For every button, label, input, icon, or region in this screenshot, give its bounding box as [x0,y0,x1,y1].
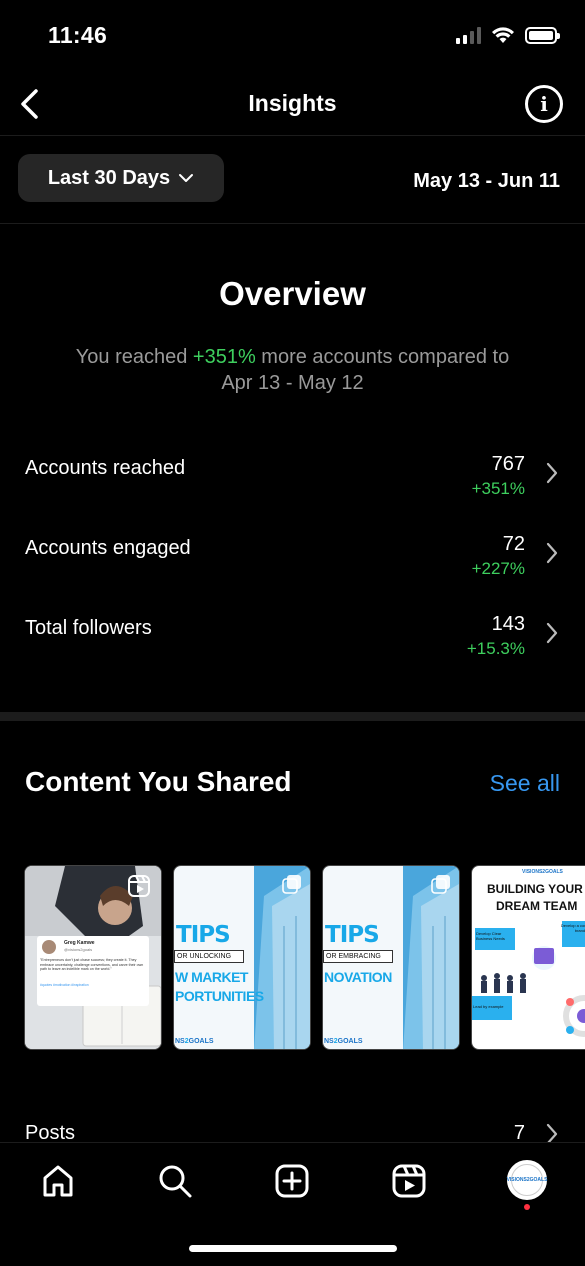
metric-change: +15.3% [466,639,525,658]
metric-row-accounts-engaged[interactable]: Accounts engaged 72 +227% [0,527,585,599]
quote-tags: #quotes #motivation #inspiration [40,983,89,987]
thumb-note: Develop a compelling brand [560,923,585,933]
thumb-title-line1: BUILDING YOUR [487,882,583,896]
date-range-row: Last 30 Days May 13 - Jun 11 [0,137,585,224]
summary-suffix: more accounts compared to [255,346,510,368]
thumb-line1: NOVATION [324,969,392,985]
nav-header: Insights i [0,72,585,136]
status-time: 11:46 [48,22,108,48]
status-bar: 11:46 [0,0,585,72]
summary-change: +351% [192,346,256,368]
home-icon [43,1165,73,1197]
metric-change: +227% [471,559,525,578]
thumb-line1: W MARKET [175,969,249,985]
reel-icon [128,875,150,897]
reels-icon [392,1164,426,1198]
carousel-icon [431,875,450,894]
thumb-band: OR EMBRACING [323,950,393,963]
chevron-down-icon [179,174,194,182]
metric-value: 72 [502,533,525,555]
content-thumbnail-carousel[interactable]: TIPS OR UNLOCKING W MARKET PORTUNITIES N… [173,865,311,1050]
content-thumbnail-carousel[interactable]: TIPS OR EMBRACING NOVATION NS2GOALS [322,865,460,1050]
metric-label: Accounts reached [25,457,186,479]
home-indicator [189,1245,397,1252]
content-thumbnail-post[interactable]: VISIONS2GOALS BUILDING YOUR DREAM TEAM D… [471,865,585,1050]
metric-row-accounts-reached[interactable]: Accounts reached 767 +351% [0,447,585,519]
info-icon: i [540,92,548,116]
quote-author: Greg Kamwe [64,940,95,946]
overview-title: Overview [219,275,366,312]
carousel-icon [282,875,301,894]
thumb-brand: NS2GOALS [324,1038,363,1045]
section-divider [0,712,585,721]
wifi-icon [492,27,514,43]
profile-avatar: VISIONS2GOALS [507,1164,547,1196]
thumb-band: OR UNLOCKING [174,950,244,963]
chevron-right-icon [546,542,558,564]
content-thumbnail-reel[interactable]: Greg Kamwe @visions2goals "Entrepreneurs… [24,865,162,1050]
date-range-label: Last 30 Days [47,166,171,189]
content-thumbnails: Greg Kamwe @visions2goals "Entrepreneurs… [24,865,585,1050]
thumb-brand: VISIONS2GOALS [522,869,563,875]
cellular-signal-icon [456,26,481,44]
tab-home[interactable] [38,1161,78,1201]
see-all-link[interactable]: See all [490,770,560,797]
metric-value: 767 [491,453,525,475]
quote-handle: @visions2goals [64,947,93,952]
metric-label: Accounts engaged [25,537,191,559]
info-button[interactable]: i [525,85,563,123]
date-range-text: May 13 - Jun 11 [413,170,560,192]
summary-compare-range: Apr 13 - May 12 [221,372,364,394]
tab-profile[interactable]: VISIONS2GOALS [507,1160,547,1200]
thumb-note: Lead by example [473,1004,504,1009]
search-icon [159,1165,192,1198]
thumb-headline: TIPS [176,922,231,948]
metric-row-total-followers[interactable]: Total followers 143 +15.3% [0,607,585,679]
create-icon [275,1164,309,1198]
thumb-line2: PORTUNITIES [175,988,264,1004]
bottom-tab-bar: VISIONS2GOALS [0,1142,585,1266]
thumb-title-line2: DREAM TEAM [496,899,578,913]
metric-label: Total followers [25,617,152,639]
content-section-title: Content You Shared [25,766,292,797]
summary-prefix: You reached [75,346,193,368]
tab-search[interactable] [155,1161,195,1201]
status-icons [456,26,560,44]
thumb-note: Develop Clear Business Needs [476,931,505,941]
page-title: Insights [248,90,337,116]
thumb-brand: NS2GOALS [175,1038,214,1045]
overview-summary: You reached +351% more accounts compared… [30,344,555,396]
quote-text: "Entrepreneurs don't just chase success;… [40,958,144,972]
thumb-headline: TIPS [325,922,380,948]
battery-icon [525,26,560,44]
metric-change: +351% [471,479,525,498]
date-range-dropdown[interactable]: Last 30 Days [18,154,224,202]
tab-reels[interactable] [389,1161,429,1201]
chevron-right-icon [546,462,558,484]
metric-value: 143 [491,613,525,635]
chevron-right-icon [546,622,558,644]
notification-dot [524,1204,530,1210]
tab-create[interactable] [272,1161,312,1201]
